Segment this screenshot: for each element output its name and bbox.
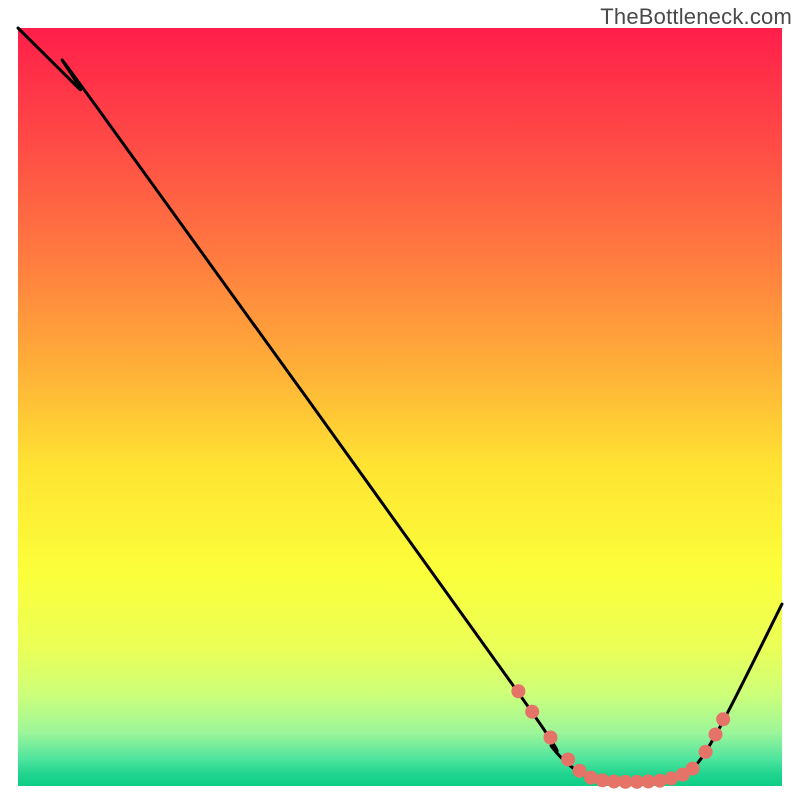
curve-marker xyxy=(716,712,730,726)
curve-marker xyxy=(511,684,525,698)
attribution-label: TheBottleneck.com xyxy=(600,4,792,30)
curve-marker xyxy=(699,745,713,759)
bottleneck-chart xyxy=(0,0,800,800)
curve-marker xyxy=(561,752,575,766)
curve-marker xyxy=(709,727,723,741)
curve-marker xyxy=(525,705,539,719)
curve-marker xyxy=(686,762,700,776)
curve-marker xyxy=(544,730,558,744)
gradient-background xyxy=(18,28,782,786)
